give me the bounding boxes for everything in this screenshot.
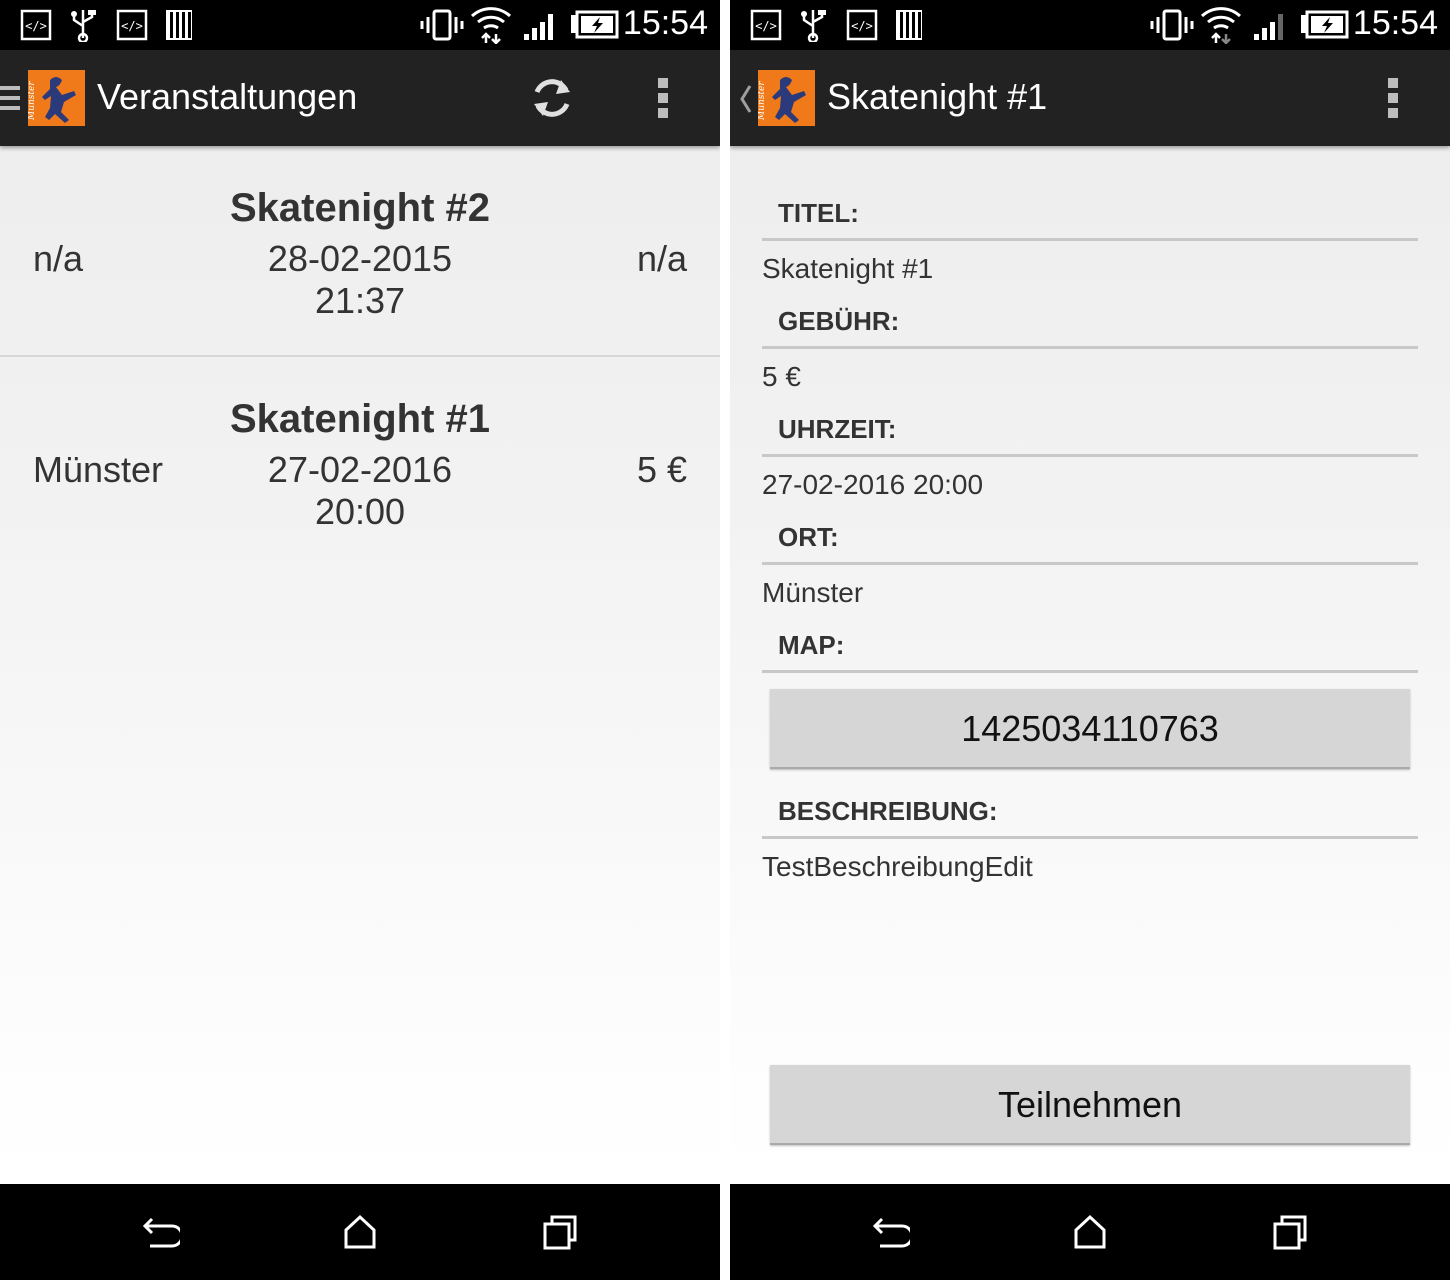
svg-text:Münster: Münster <box>28 81 37 121</box>
section-divider <box>762 346 1418 349</box>
app-logo[interactable]: Münster <box>758 70 815 126</box>
status-bar: </> </> 15:54 <box>0 0 720 50</box>
event-title: Skatenight #1 <box>229 397 491 441</box>
event-date: 28-02-2015 <box>267 238 453 279</box>
app-logo[interactable]: Münster <box>28 70 85 126</box>
map-button[interactable]: 1425034110763 <box>770 689 1410 769</box>
home-icon[interactable] <box>340 1212 380 1252</box>
wifi-icon <box>470 7 512 44</box>
event-date: 27-02-2016 <box>267 449 453 490</box>
event-time: 20:00 <box>314 491 406 532</box>
battery-charging-icon <box>1301 10 1349 39</box>
event-fee: n/a <box>636 238 687 279</box>
beschreibung-label: BESCHREIBUNG: <box>778 796 998 826</box>
back-icon[interactable] <box>140 1212 180 1252</box>
page-title: Skatenight #1 <box>827 76 1048 117</box>
uhrzeit-label: UHRZEIT: <box>778 414 897 444</box>
navigation-bar <box>730 1184 1450 1280</box>
dev-code-icon: </> <box>750 9 782 41</box>
overflow-menu-icon[interactable] <box>656 76 670 120</box>
vibrate-icon <box>1150 9 1194 41</box>
wifi-icon <box>1200 7 1242 44</box>
gebuehr-label: GEBÜHR: <box>778 306 900 336</box>
signal-icon <box>524 14 553 40</box>
titel-value: Skatenight #1 <box>762 253 934 284</box>
svg-text:Münster: Münster <box>758 81 767 121</box>
status-bar: </> </> 15:54 <box>730 0 1450 50</box>
event-fee: 5 € <box>636 449 687 490</box>
back-icon[interactable] <box>870 1212 910 1252</box>
svg-text:</>: </> <box>121 19 143 33</box>
page-title: Veranstaltungen <box>97 76 358 117</box>
detail-screen: </> </> 15:54 Münster Skatenight #1 TITE… <box>730 0 1450 1280</box>
home-icon[interactable] <box>1070 1212 1110 1252</box>
navigation-bar <box>0 1184 720 1280</box>
usb-icon <box>801 10 826 42</box>
list-item[interactable]: Skatenight #1 Münster 27-02-2016 20:00 5… <box>0 357 720 567</box>
refresh-icon[interactable] <box>528 74 576 122</box>
usb-icon <box>71 10 96 42</box>
section-divider <box>762 454 1418 457</box>
list-item[interactable]: Skatenight #2 n/a 28-02-2015 21:37 n/a <box>0 146 720 356</box>
list-screen: </> </> 15:54 Münster Veranstaltungen Sk… <box>0 0 720 1280</box>
dev-code-icon: </> <box>20 9 52 41</box>
action-bar: Münster Veranstaltungen <box>0 50 720 146</box>
event-title: Skatenight #2 <box>229 186 491 230</box>
recent-apps-icon[interactable] <box>540 1212 580 1252</box>
ort-value: Münster <box>762 577 864 608</box>
recent-apps-icon[interactable] <box>1270 1212 1310 1252</box>
uhrzeit-value: 27-02-2016 20:00 <box>762 469 984 500</box>
section-divider <box>762 836 1418 839</box>
section-divider <box>762 238 1418 241</box>
up-caret-icon[interactable] <box>738 84 754 114</box>
sd-card-icon <box>896 10 922 40</box>
action-bar: Münster Skatenight #1 <box>730 50 1450 146</box>
svg-text:</>: </> <box>851 19 873 33</box>
battery-charging-icon <box>571 10 619 39</box>
svg-text:</>: </> <box>755 19 777 33</box>
menu-icon[interactable] <box>0 84 20 112</box>
sd-card-icon <box>166 10 192 40</box>
svg-text:</>: </> <box>25 19 47 33</box>
ort-label: ORT: <box>778 522 839 552</box>
dev-code-icon: </> <box>846 9 878 41</box>
dev-code-icon: </> <box>116 9 148 41</box>
section-divider <box>762 670 1418 673</box>
signal-icon <box>1254 14 1283 40</box>
section-divider <box>762 562 1418 565</box>
titel-label: TITEL: <box>778 198 859 228</box>
map-label: MAP: <box>778 630 845 660</box>
teilnehmen-button[interactable]: Teilnehmen <box>770 1065 1410 1145</box>
beschreibung-value: TestBeschreibungEdit <box>762 851 1033 882</box>
clock: 15:54 <box>622 4 708 42</box>
overflow-menu-icon[interactable] <box>1386 76 1400 120</box>
event-time: 21:37 <box>314 280 406 321</box>
gebuehr-value: 5 € <box>762 361 801 392</box>
vibrate-icon <box>420 9 464 41</box>
clock: 15:54 <box>1352 4 1438 42</box>
